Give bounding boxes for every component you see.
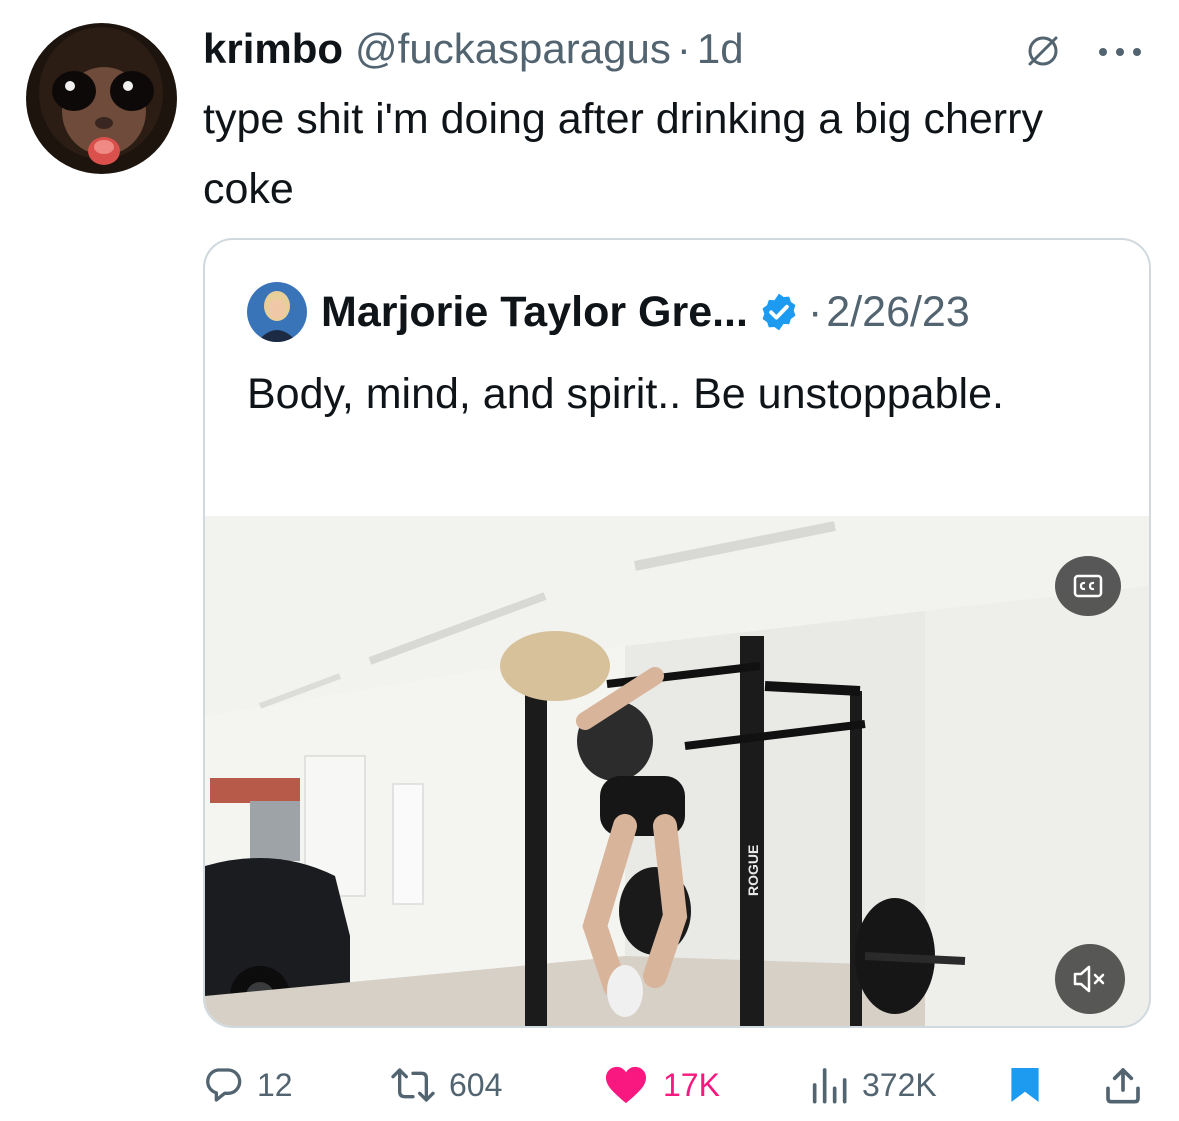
bookmark-icon (1011, 1068, 1039, 1102)
repost-button[interactable]: 604 (391, 1055, 502, 1115)
grok-icon[interactable] (1023, 31, 1063, 71)
reply-icon (206, 1068, 242, 1102)
view-count: 372K (862, 1066, 937, 1103)
mute-toggle-button[interactable] (1055, 944, 1125, 1014)
video-player[interactable]: ROGUE (205, 516, 1149, 1026)
share-button[interactable] (1103, 1055, 1157, 1115)
bookmark-button[interactable] (1008, 1055, 1056, 1115)
quoted-author-avatar[interactable] (247, 282, 307, 342)
separator: · (676, 25, 691, 72)
verified-badge-icon (762, 293, 796, 331)
muted-speaker-icon (1073, 965, 1105, 993)
quoted-date[interactable]: 2/26/23 (826, 288, 969, 337)
share-icon (1106, 1068, 1140, 1104)
reply-button[interactable]: 12 (203, 1055, 293, 1115)
more-icon[interactable] (1096, 45, 1146, 59)
quoted-avatar-image (247, 282, 307, 342)
tweet-text: type shit i'm doing after drinking a big… (203, 95, 1043, 213)
reply-count: 12 (257, 1066, 293, 1103)
author-handle[interactable]: @fuckasparagus (355, 25, 671, 73)
repost-icon (391, 1068, 435, 1102)
rogue-logo-text: ROGUE (745, 845, 761, 896)
repost-count: 604 (449, 1066, 503, 1103)
quoted-tweet-header: Marjorie Taylor Gre... · 2/26/23 (247, 280, 1127, 344)
views-button[interactable]: 372K (808, 1055, 937, 1115)
quoted-author-name[interactable]: Marjorie Taylor Gre... (321, 288, 748, 337)
closed-captions-button[interactable] (1055, 556, 1121, 616)
closed-captions-icon (1073, 574, 1103, 598)
monkey-avatar-image (26, 23, 177, 174)
quoted-tweet[interactable]: Marjorie Taylor Gre... · 2/26/23 Body, m… (203, 238, 1151, 1028)
quoted-separator: · (807, 287, 823, 336)
author-avatar[interactable] (26, 23, 177, 174)
like-button[interactable]: 17K (603, 1055, 720, 1115)
author-name[interactable]: krimbo (203, 25, 343, 73)
tweet-actions: 12 604 17K 372K (203, 1055, 1163, 1115)
quoted-tweet-text: Body, mind, and spirit.. Be unstoppable. (247, 370, 1004, 418)
like-heart-icon (606, 1066, 646, 1104)
video-frame: ROGUE (205, 516, 1149, 1026)
like-count: 17K (663, 1066, 720, 1103)
tweet-time[interactable]: 1d (697, 25, 744, 73)
views-icon (812, 1068, 847, 1104)
tweet-header: krimbo @fuckasparagus · 1d (203, 19, 1163, 79)
